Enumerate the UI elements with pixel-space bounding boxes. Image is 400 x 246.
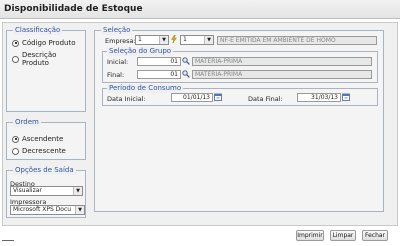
grupo-final-label: Final: xyxy=(107,71,125,79)
empresa-value: 1 xyxy=(138,36,142,43)
chevron-down-icon: ▼ xyxy=(75,206,84,214)
data-final-label: Data Final: xyxy=(248,95,283,103)
radio-descricao-produto[interactable]: Descrição Produto xyxy=(12,51,85,67)
radio-label: Decrescente xyxy=(22,147,66,155)
radio-unselected-icon xyxy=(12,147,19,155)
classificacao-group: Classificação Código Produto Descrição P… xyxy=(6,26,86,112)
radio-ascendente[interactable]: Ascendente xyxy=(12,135,63,143)
imprimir-button[interactable]: Imprimir xyxy=(296,230,324,241)
impressora-select[interactable]: Microsoft XPS Docu ▼ xyxy=(10,205,85,215)
radio-selected-icon xyxy=(12,39,19,47)
data-inicial-input[interactable]: 01/01/13 xyxy=(171,93,213,102)
opcoes-saida-legend: Opções de Saída xyxy=(13,166,76,175)
radio-selected-icon xyxy=(12,135,19,143)
impressora-value: Microsoft XPS Docu xyxy=(13,206,72,213)
limpar-button[interactable]: Limpar xyxy=(330,230,356,241)
destino-select[interactable]: Visualizar ▼ xyxy=(10,186,83,196)
calendar-icon[interactable] xyxy=(342,93,350,101)
title-bar: Disponibilidade de Estoque xyxy=(0,0,400,19)
grupo-inicial-description: MATERIA-PRIMA xyxy=(192,57,372,66)
radio-label: Código Produto xyxy=(22,39,76,47)
radio-decrescente[interactable]: Decrescente xyxy=(12,147,66,155)
lightning-icon[interactable] xyxy=(170,35,178,43)
data-inicial-label: Data Inicial: xyxy=(107,95,146,103)
filial-value: 1 xyxy=(183,36,187,43)
ordem-group: Ordem Ascendente Decrescente xyxy=(6,118,86,160)
selecao-legend: Seleção xyxy=(101,26,133,35)
selecao-group: Seleção Empresa: 1 ▼ 1 ▼ NF-E EMITIDA EM… xyxy=(94,26,384,212)
opcoes-saida-group: Opções de Saída Destino Visualizar ▼ Imp… xyxy=(6,166,86,218)
search-icon[interactable] xyxy=(182,57,190,65)
periodo-consumo-group: Período de Consumo Data Inicial: 01/01/1… xyxy=(102,84,378,106)
chevron-down-icon: ▼ xyxy=(73,187,82,195)
empresa-select[interactable]: 1 ▼ xyxy=(135,35,169,45)
destino-value: Visualizar xyxy=(13,187,42,194)
grupo-final-input[interactable]: 01 xyxy=(137,70,181,79)
selecao-grupo-legend: Seleção do Grupo xyxy=(107,47,174,56)
filial-description: NF-E EMITIDA EM AMBIENTE DE HOMO xyxy=(217,36,377,45)
grupo-inicial-input[interactable]: 01 xyxy=(137,57,181,66)
data-final-input[interactable]: 31/03/13 xyxy=(297,93,341,102)
chevron-down-icon: ▼ xyxy=(159,36,168,44)
calendar-icon[interactable] xyxy=(214,93,222,101)
radio-codigo-produto[interactable]: Código Produto xyxy=(12,39,76,47)
grupo-inicial-label: Inicial: xyxy=(107,58,129,66)
empresa-label: Empresa: xyxy=(105,37,136,45)
selecao-grupo-group: Seleção do Grupo Inicial: 01 MATERIA-PRI… xyxy=(102,47,378,83)
grupo-final-description: MATERIA-PRIMA xyxy=(192,70,372,79)
search-icon[interactable] xyxy=(182,70,190,78)
chevron-down-icon: ▼ xyxy=(204,36,213,44)
radio-label: Descrição Produto xyxy=(21,51,57,67)
ordem-legend: Ordem xyxy=(13,118,41,127)
fechar-button[interactable]: Fechar xyxy=(362,230,388,241)
radio-label: Ascendente xyxy=(22,135,64,143)
radio-unselected-icon xyxy=(12,55,19,63)
divider xyxy=(2,240,14,241)
classificacao-legend: Classificação xyxy=(13,26,63,35)
periodo-consumo-legend: Período de Consumo xyxy=(107,84,184,93)
window-title: Disponibilidade de Estoque xyxy=(4,4,143,14)
filial-select[interactable]: 1 ▼ xyxy=(180,35,214,45)
